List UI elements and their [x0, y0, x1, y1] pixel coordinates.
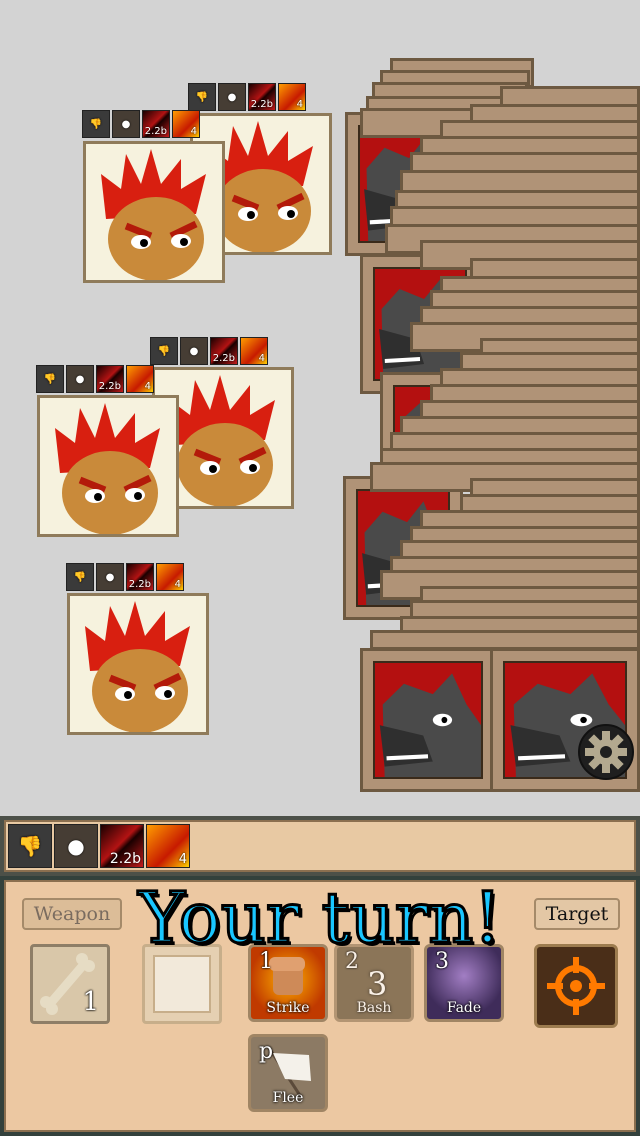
fire-buff-value: 4	[178, 852, 187, 867]
fire-buff-value: 4	[296, 99, 303, 110]
fist-icon[interactable]: ●	[54, 824, 98, 868]
hero-portrait	[86, 144, 222, 280]
turn-banner: Your turn!	[137, 876, 503, 961]
fist-icon: ●	[112, 110, 140, 138]
slash-buff-icon[interactable]: 2.2b	[100, 824, 144, 868]
thumbs-down-icon: 👎	[188, 83, 216, 111]
skill-hotkey: p	[259, 1039, 274, 1064]
slash-buff-icon: 2.2b	[96, 365, 124, 393]
slash-buff-value: 2.2b	[250, 99, 273, 110]
fire-buff-icon: 4	[156, 563, 184, 591]
weapon-count: 1	[82, 987, 99, 1017]
slot-inner	[153, 955, 211, 1013]
fist-icon: ●	[180, 337, 208, 365]
fire-buff-value: 4	[258, 353, 265, 364]
thumbs-down-icon: 👎	[66, 563, 94, 591]
skill-label: Fade	[446, 1000, 482, 1016]
thumbs-down-icon: 👎	[82, 110, 110, 138]
settings-button[interactable]	[578, 724, 634, 780]
slash-buff-icon: 2.2b	[210, 337, 238, 365]
hero-card[interactable]	[67, 593, 209, 735]
fire-buff-value: 4	[174, 579, 181, 590]
hero-card[interactable]	[37, 395, 179, 537]
thumbs-down-icon: 👎	[36, 365, 64, 393]
hero-portrait	[40, 398, 176, 534]
fire-buff-icon: 4	[172, 110, 200, 138]
hero-portrait	[70, 596, 206, 732]
gear-icon	[585, 731, 627, 773]
skill-cooldown: 3	[367, 965, 388, 1003]
slash-buff-icon: 2.2b	[142, 110, 170, 138]
active-hero-buffs: 👎 ● 2.2b 4	[8, 824, 190, 868]
slash-buff-value: 2.2b	[144, 126, 167, 137]
fire-buff-icon[interactable]: 4	[146, 824, 190, 868]
skill-flee[interactable]: p Flee	[248, 1034, 328, 1112]
hero-buff-row: 👎 ● 2.2b 4	[188, 83, 306, 111]
fist-icon: ●	[66, 365, 94, 393]
slash-buff-value: 2.2b	[109, 851, 141, 867]
active-hero-status-bar: 👎 ● 2.2b 4	[0, 816, 640, 876]
skill-label: Strike	[266, 1000, 310, 1016]
skill-label: Bash	[356, 1000, 392, 1016]
enemy-wolf-card[interactable]	[370, 630, 640, 650]
fire-buff-icon: 4	[126, 365, 154, 393]
fist-icon: ●	[218, 83, 246, 111]
wolf-portrait	[373, 661, 483, 779]
enemy-wolf-card[interactable]	[360, 648, 496, 792]
slash-buff-value: 2.2b	[212, 353, 235, 364]
hero-buff-row: 👎 ● 2.2b 4	[150, 337, 268, 365]
fire-buff-value: 4	[190, 126, 197, 137]
fire-buff-icon: 4	[278, 83, 306, 111]
thumbs-down-icon: 👎	[150, 337, 178, 365]
hero-buff-row: 👎 ● 2.2b 4	[66, 563, 184, 591]
slash-buff-value: 2.2b	[128, 579, 151, 590]
hero-buff-row: 👎 ● 2.2b 4	[36, 365, 154, 393]
thumbs-down-icon[interactable]: 👎	[8, 824, 52, 868]
fire-buff-value: 4	[144, 381, 151, 392]
skill-label: Flee	[272, 1090, 304, 1106]
fist-icon: ●	[96, 563, 124, 591]
hero-card[interactable]	[83, 141, 225, 283]
slash-buff-icon: 2.2b	[248, 83, 276, 111]
slash-buff-value: 2.2b	[98, 381, 121, 392]
hero-buff-row: 👎 ● 2.2b 4	[82, 110, 200, 138]
slash-buff-icon: 2.2b	[126, 563, 154, 591]
fire-buff-icon: 4	[240, 337, 268, 365]
